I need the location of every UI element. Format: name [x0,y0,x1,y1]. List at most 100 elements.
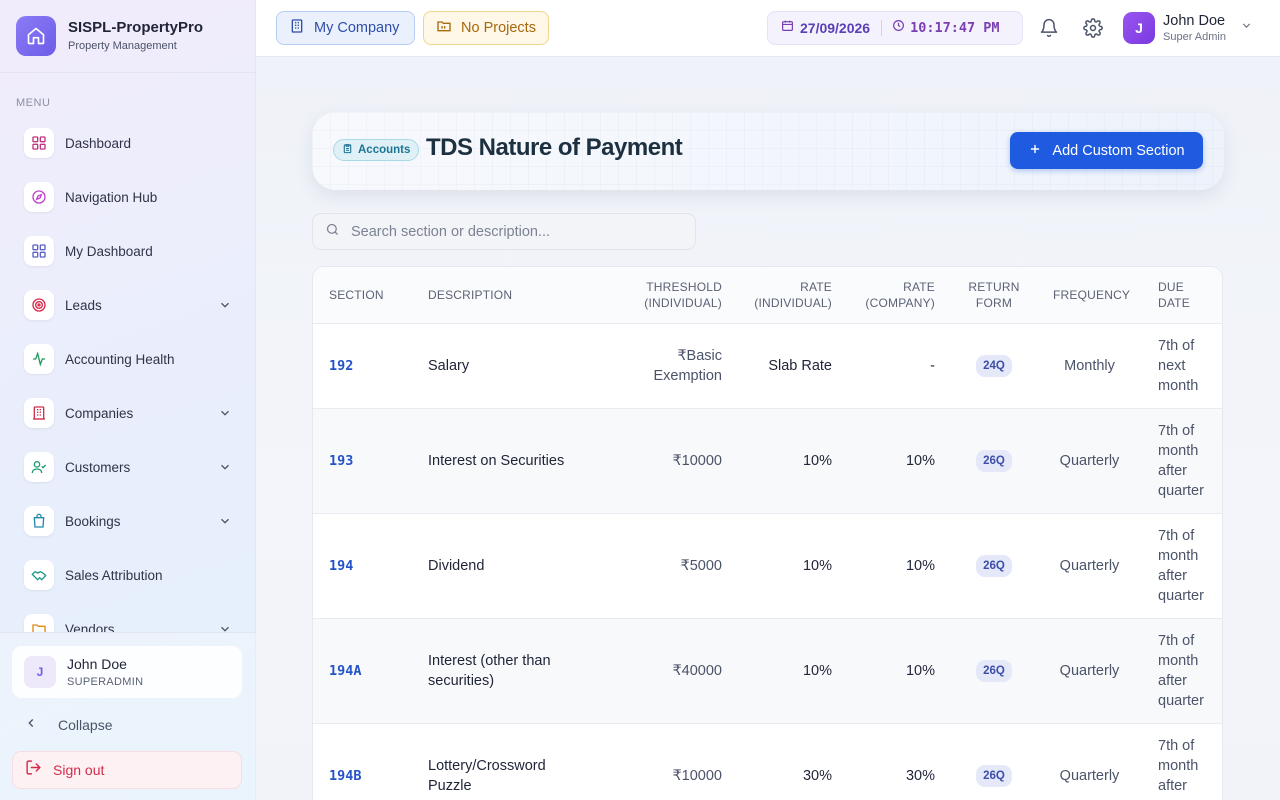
threshold-cell: ₹40000 [608,617,738,723]
main-content: Accounts TDS Nature of Payment Add Custo… [256,57,1280,800]
chevron-down-icon[interactable] [218,514,232,533]
chevron-down-icon[interactable] [218,298,232,317]
return-form-badge: 26Q [976,659,1012,682]
chevron-down-icon[interactable] [218,622,232,632]
chevron-down-icon [1240,19,1253,37]
column-header-section[interactable]: SECTION [313,267,412,323]
rate-company-cell: - [848,322,951,408]
calendar-icon [781,19,794,37]
sidebar-user-card[interactable]: J John Doe SUPERADMIN [12,646,242,698]
table-row[interactable]: 194 Dividend ₹5000 10% 10% 26Q Quarterly… [313,512,1222,618]
return-form-cell: 24Q [951,322,1037,408]
company-label: My Company [314,20,400,36]
gear-icon[interactable] [1082,17,1104,39]
divider [881,20,883,36]
sidebar-item-label: Dashboard [65,135,132,151]
rate-company-cell: 10% [848,512,951,618]
sidebar-item-sales-attribution[interactable]: Sales Attribution [0,548,256,602]
description-cell: Interest on Securities [412,407,608,513]
rate-individual-cell: 10% [738,407,848,513]
description-cell: Interest (other than securities) [412,617,608,723]
return-form-cell: 26Q [951,512,1037,618]
table-row[interactable]: 194B Lottery/Crossword Puzzle ₹10000 30%… [313,722,1222,800]
column-header-frequency[interactable]: FREQUENCY [1037,267,1142,323]
sidebar-item-bookings[interactable]: Bookings [0,494,256,548]
sidebar-footer: J John Doe SUPERADMIN Collapse Sign out [0,632,256,800]
return-form-cell: 26Q [951,722,1037,800]
handshake-icon [24,560,54,590]
sidebar-item-customers[interactable]: Customers [0,440,256,494]
due-date-cell: 7th of month after quarter [1142,617,1222,723]
chevron-down-icon[interactable] [218,406,232,425]
sidebar-item-companies[interactable]: Companies [0,386,256,440]
rate-company-cell: 10% [848,407,951,513]
module-badge: Accounts [333,139,420,161]
due-date-cell: 7th of month after quarter [1142,512,1222,618]
search-icon [325,222,340,242]
return-form-badge: 26Q [976,764,1012,787]
avatar: J [1123,12,1155,44]
search-input[interactable]: Search section or description... [312,213,696,250]
threshold-cell: ₹10000 [608,722,738,800]
frequency-cell: Quarterly [1037,512,1142,618]
building-icon [24,398,54,428]
section-cell[interactable]: 193 [313,407,412,513]
sign-out-button[interactable]: Sign out [12,751,242,789]
sidebar-item-label: Sales Attribution [65,567,163,583]
add-custom-section-label: Add Custom Section [1052,142,1185,159]
section-cell[interactable]: 192 [313,322,412,408]
user-name: John Doe [1163,12,1226,29]
tds-table: SECTION DESCRIPTION THRESHOLD (INDIVIDUAL… [312,266,1223,800]
column-header-rate-company[interactable]: RATE (COMPANY) [848,267,951,323]
activity-icon [24,344,54,374]
sidebar-item-navigation-hub[interactable]: Navigation Hub [0,170,256,224]
rate-company-cell: 10% [848,617,951,723]
section-cell[interactable]: 194 [313,512,412,618]
sidebar-item-vendors[interactable]: Vendors [0,602,256,632]
table-row[interactable]: 194A Interest (other than securities) ₹4… [313,617,1222,723]
building-icon [289,18,305,38]
column-header-due-date[interactable]: DUE DATE [1142,267,1222,323]
column-header-return-form[interactable]: RETURN FORM [951,267,1037,323]
sidebar-item-my-dashboard[interactable]: My Dashboard [0,224,256,278]
date-time-display: 27/09/2026 10:17:47 PM [767,11,1023,45]
collapse-button[interactable]: Collapse [24,715,112,735]
page-header-card: Accounts TDS Nature of Payment Add Custo… [312,112,1224,190]
table-row[interactable]: 192 Salary ₹Basic Exemption Slab Rate - … [313,322,1222,408]
project-selector[interactable]: No Projects [423,11,549,45]
top-header: My Company No Projects 27/09/2026 10:17:… [256,0,1280,57]
bell-icon[interactable] [1038,17,1060,39]
brand-subtitle: Property Management [68,39,177,52]
sidebar-item-leads[interactable]: Leads [0,278,256,332]
section-cell[interactable]: 194B [313,722,412,800]
brand[interactable]: SISPL-PropertyPro Property Management [16,16,203,56]
section-cell[interactable]: 194A [313,617,412,723]
rate-company-cell: 30% [848,722,951,800]
due-date-cell: 7th of month after quarter [1142,407,1222,513]
column-header-description[interactable]: DESCRIPTION [412,267,608,323]
user-menu[interactable]: J John Doe Super Admin [1123,11,1253,45]
home-icon [16,16,56,56]
threshold-cell: ₹Basic Exemption [608,322,738,408]
sidebar-item-label: My Dashboard [65,243,153,259]
return-form-cell: 26Q [951,617,1037,723]
sidebar-item-dashboard[interactable]: Dashboard [0,116,256,170]
sidebar-item-label: Leads [65,297,102,313]
company-selector[interactable]: My Company [276,11,415,45]
return-form-badge: 26Q [976,554,1012,577]
clipboard-icon [342,141,353,159]
chevron-down-icon[interactable] [218,460,232,479]
compass-icon [24,182,54,212]
due-date-cell: 7th of month after quarter [1142,722,1222,800]
grid-icon [24,128,54,158]
search-placeholder: Search section or description... [351,223,551,240]
table-row[interactable]: 193 Interest on Securities ₹10000 10% 10… [313,407,1222,513]
column-header-threshold[interactable]: THRESHOLD (INDIVIDUAL) [608,267,738,323]
sidebar-item-accounting-health[interactable]: Accounting Health [0,332,256,386]
column-header-rate-individual[interactable]: RATE (INDIVIDUAL) [738,267,848,323]
add-custom-section-button[interactable]: Add Custom Section [1010,132,1203,169]
frequency-cell: Monthly [1037,322,1142,408]
sidebar-item-label: Bookings [65,513,121,529]
return-form-cell: 26Q [951,407,1037,513]
brand-title: SISPL-PropertyPro [68,18,204,36]
